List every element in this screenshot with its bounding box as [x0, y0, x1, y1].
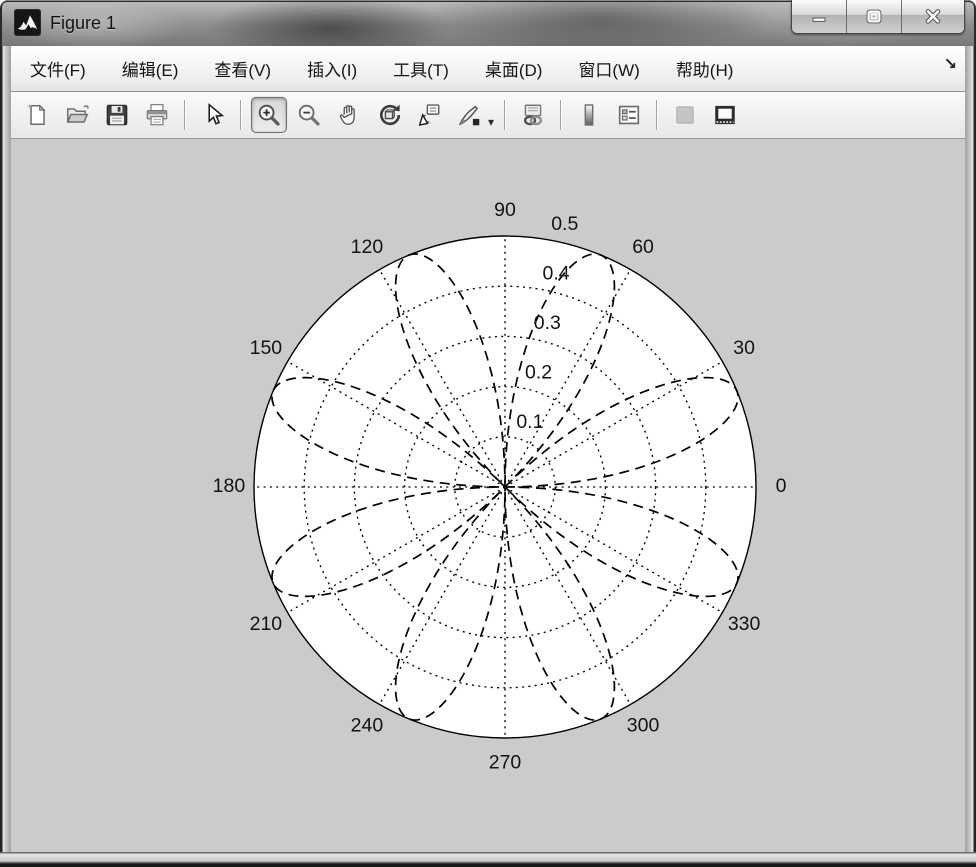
- angle-tick-label: 120: [351, 236, 384, 258]
- angle-tick-label: 150: [250, 337, 283, 359]
- insert-colorbar-icon: [576, 102, 602, 128]
- menu-item-file[interactable]: 文件(F): [30, 56, 86, 81]
- tool-button-brush[interactable]: [451, 97, 487, 133]
- link-plot-icon: [520, 102, 546, 128]
- radius-tick-label: 0.1: [516, 411, 543, 433]
- window-right-border: [965, 46, 976, 867]
- minimize-button[interactable]: [792, 0, 847, 33]
- tool-button-hide-plot-tools: [667, 97, 703, 133]
- tool-button-data-cursor[interactable]: [411, 97, 447, 133]
- tool-button-edit-plot[interactable]: [195, 97, 231, 133]
- menu-item-view[interactable]: 查看(V): [214, 56, 271, 81]
- radius-tick-label: 0.5: [551, 213, 578, 235]
- menu-item-tools[interactable]: 工具(T): [393, 56, 449, 81]
- open-file-icon: [64, 102, 90, 128]
- angle-tick-label: 300: [627, 714, 660, 736]
- title-bar[interactable]: Figure 1: [0, 0, 976, 47]
- insert-legend-icon: [616, 102, 642, 128]
- menu-item-edit[interactable]: 编辑(E): [122, 56, 179, 81]
- dock-figure-icon: [712, 102, 738, 128]
- zoom-in-icon: [256, 102, 282, 128]
- toolbar-separator: [656, 100, 658, 130]
- window-bottom-border: [0, 852, 976, 867]
- radius-tick-label: 0.4: [542, 263, 569, 285]
- pan-icon: [336, 102, 362, 128]
- zoom-out-icon: [296, 102, 322, 128]
- tool-button-new-figure[interactable]: [19, 97, 55, 133]
- window-title: Figure 1: [50, 0, 116, 46]
- tool-button-insert-legend[interactable]: [611, 97, 647, 133]
- menu-bar: 文件(F) 编辑(E) 查看(V) 插入(I) 工具(T) 桌面(D) 窗口(W) 帮助(H)…: [11, 46, 965, 92]
- tool-button-insert-colorbar[interactable]: [571, 97, 607, 133]
- restore-button[interactable]: [847, 0, 902, 33]
- angle-tick-label: 180: [213, 475, 246, 497]
- menubar-overflow-icon[interactable]: ↘: [944, 54, 957, 74]
- angle-tick-label: 240: [351, 714, 384, 736]
- angle-tick-label: 330: [728, 613, 761, 635]
- tool-button-dock-figure[interactable]: [707, 97, 743, 133]
- print-figure-icon: [144, 102, 170, 128]
- toolbar-separator: [504, 100, 506, 130]
- tool-button-zoom-out[interactable]: [291, 97, 327, 133]
- figure-canvas[interactable]: 0 30 60 90 120 150 180 210 240 270 300 330 0.1 0.2 0.3…: [11, 139, 965, 852]
- window-left-border: [0, 46, 11, 867]
- angle-tick-label: 210: [250, 613, 283, 635]
- angle-tick-label: 90: [494, 199, 516, 221]
- tool-button-link-plot[interactable]: [515, 97, 551, 133]
- angle-tick-label: 0: [776, 475, 787, 497]
- close-button[interactable]: [902, 0, 964, 33]
- angle-tick-label: 30: [733, 337, 755, 359]
- matlab-logo-icon: [14, 9, 41, 36]
- tool-button-rotate-3d[interactable]: [371, 97, 407, 133]
- menu-item-insert[interactable]: 插入(I): [307, 56, 357, 81]
- tool-button-zoom-in[interactable]: [251, 97, 287, 133]
- menu-item-desktop[interactable]: 桌面(D): [485, 56, 543, 81]
- tool-button-save-figure[interactable]: [99, 97, 135, 133]
- toolbar-separator: [560, 100, 562, 130]
- angle-tick-label: 270: [489, 751, 522, 773]
- tool-button-pan[interactable]: [331, 97, 367, 133]
- toolbar-separator: [184, 100, 186, 130]
- hide-plot-tools-icon: [672, 102, 698, 128]
- toolbar: ▾: [11, 92, 965, 139]
- edit-plot-icon: [200, 102, 226, 128]
- angle-tick-label: 60: [632, 236, 654, 258]
- polar-plot[interactable]: 0 30 60 90 120 150 180 210 240 270 300 330 0.1 0.2 0.3…: [11, 139, 965, 852]
- brush-icon: [456, 102, 482, 128]
- figure-window: Figure 1 文件(F)编辑(E)查看(V)插入(I)工具(T)桌面(: [0, 0, 976, 867]
- tool-button-open-file[interactable]: [59, 97, 95, 133]
- menu-items: 文件(F) 编辑(E) 查看(V) 插入(I) 工具(T) 桌面(D) 窗口(W) 帮助(H): [30, 56, 733, 81]
- rotate-3d-icon: [376, 102, 402, 128]
- radius-tick-label: 0.2: [525, 362, 552, 384]
- toolbar-separator: [240, 100, 242, 130]
- menu-item-help[interactable]: 帮助(H): [676, 56, 734, 81]
- radius-tick-label: 0.3: [534, 312, 561, 334]
- brush-dropdown-caret-icon[interactable]: ▾: [488, 115, 494, 129]
- menu-item-window[interactable]: 窗口(W): [578, 56, 639, 81]
- data-cursor-icon: [416, 102, 442, 128]
- tool-button-print-figure[interactable]: [139, 97, 175, 133]
- window-controls: [791, 0, 965, 34]
- new-figure-icon: [24, 102, 50, 128]
- save-figure-icon: [104, 102, 130, 128]
